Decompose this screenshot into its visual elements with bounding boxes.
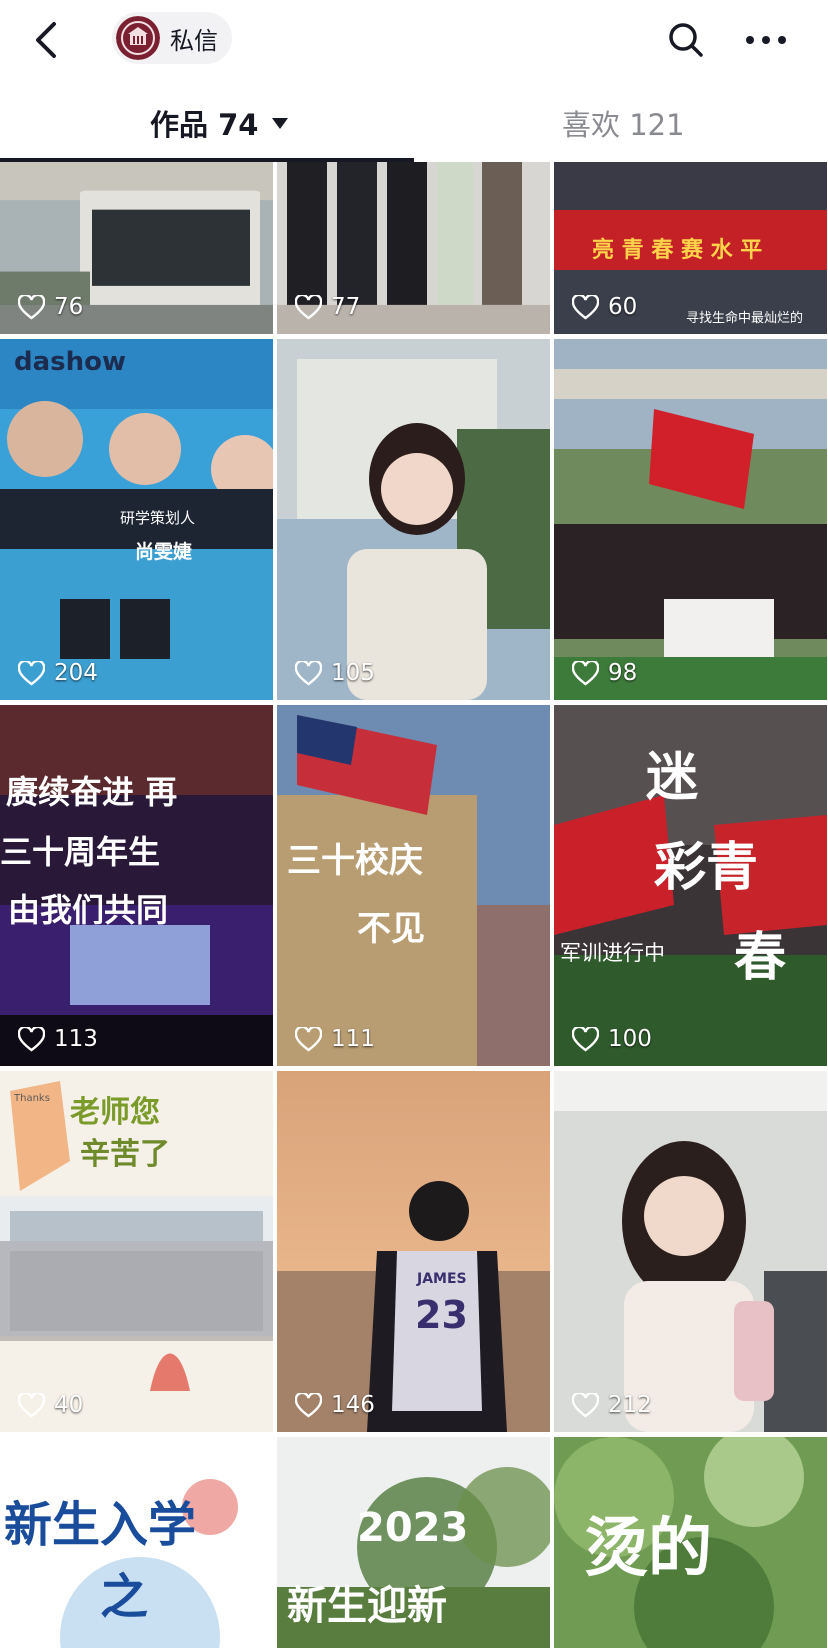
like-count: 204 bbox=[18, 660, 98, 686]
private-message-label: 私信 bbox=[170, 26, 218, 55]
like-count: 105 bbox=[295, 660, 375, 686]
like-count: 76 bbox=[18, 294, 83, 320]
more-dots-icon bbox=[746, 36, 786, 44]
post-overlay-text: 新生入学 bbox=[4, 1497, 197, 1553]
post-overlay-text: 2023 bbox=[357, 1505, 469, 1551]
like-count: 146 bbox=[295, 1392, 375, 1418]
post-caption: 23 bbox=[415, 1293, 468, 1337]
post-image bbox=[277, 339, 550, 700]
like-count: 111 bbox=[295, 1026, 375, 1052]
post-thumbnail[interactable]: 105 bbox=[277, 339, 550, 700]
tab-works[interactable]: 作品 74 bbox=[150, 88, 289, 158]
post-caption: 彩青 bbox=[654, 838, 759, 898]
post-overlay-text: 三十校庆 bbox=[287, 841, 423, 881]
post-thumbnail[interactable]: Thanks 老师您 辛苦了 40 bbox=[0, 1071, 273, 1432]
post-overlay-text: JAMES bbox=[417, 1271, 467, 1287]
post-thumbnail[interactable]: 77 bbox=[277, 162, 550, 334]
post-caption: 寻找生命中最灿烂的 bbox=[686, 311, 804, 326]
post-thumbnail[interactable]: 三十校庆 不见 111 bbox=[277, 705, 550, 1066]
heart-icon bbox=[295, 1026, 322, 1051]
heart-icon bbox=[572, 660, 599, 685]
like-count: 100 bbox=[572, 1026, 652, 1052]
heart-icon bbox=[572, 1392, 599, 1417]
post-overlay-text: 迷 bbox=[646, 748, 699, 808]
post-caption: 不见 bbox=[357, 909, 425, 949]
post-overlay-text: 老师您 bbox=[70, 1095, 160, 1130]
post-thumbnail[interactable]: 烫的 bbox=[554, 1437, 827, 1648]
heart-icon bbox=[572, 1026, 599, 1051]
chevron-left-icon bbox=[36, 22, 56, 58]
post-caption: 春 bbox=[734, 928, 787, 988]
heart-icon bbox=[295, 660, 322, 685]
heart-icon bbox=[18, 294, 45, 319]
post-thumbnail[interactable]: 迷 彩青 春 军训进行中 100 bbox=[554, 705, 827, 1066]
post-overlay-text: dashow bbox=[14, 347, 127, 377]
post-thumbnail[interactable]: 新生入学 之 bbox=[0, 1437, 273, 1648]
search-button[interactable] bbox=[664, 18, 708, 62]
post-image bbox=[554, 339, 827, 700]
heart-icon bbox=[18, 1392, 45, 1417]
post-caption: 由我们共同 bbox=[8, 891, 169, 929]
private-message-button[interactable]: 私信 bbox=[112, 12, 232, 64]
post-caption: 三十周年生 bbox=[0, 833, 161, 871]
like-count: 60 bbox=[572, 294, 637, 320]
school-logo-icon bbox=[116, 16, 160, 60]
post-image bbox=[277, 1071, 550, 1432]
back-button[interactable] bbox=[26, 16, 70, 64]
like-count: 212 bbox=[572, 1392, 652, 1418]
top-bar: 私信 bbox=[0, 0, 828, 80]
heart-icon bbox=[295, 1392, 322, 1417]
post-overlay-text: 赓续奋进 再 bbox=[6, 773, 178, 811]
post-caption: 之 bbox=[100, 1569, 149, 1625]
post-caption: 尚雯婕 bbox=[135, 541, 193, 563]
profile-tabs: 作品 74 喜欢 121 bbox=[0, 88, 828, 162]
post-thumbnail[interactable]: 赓续奋进 再 三十周年生 由我们共同 113 bbox=[0, 705, 273, 1066]
post-caption: 辛苦了 bbox=[80, 1137, 170, 1172]
post-thumbnail[interactable]: dashow 研学策划人 尚雯婕 204 bbox=[0, 339, 273, 700]
like-count: 77 bbox=[295, 294, 360, 320]
post-thumbnail[interactable]: 76 bbox=[0, 162, 273, 334]
post-thumbnail[interactable]: 212 bbox=[554, 1071, 827, 1432]
like-count: 40 bbox=[18, 1392, 83, 1418]
post-caption: 研学策划人 bbox=[120, 509, 196, 527]
post-overlay-text: 烫的 bbox=[584, 1512, 712, 1586]
caret-down-icon bbox=[272, 117, 289, 129]
post-thumbnail[interactable]: JAMES 23 146 bbox=[277, 1071, 550, 1432]
post-image bbox=[277, 705, 550, 1066]
post-caption: 军训进行中 bbox=[560, 941, 665, 965]
post-thumbnail[interactable]: 98 bbox=[554, 339, 827, 700]
post-caption: 新生迎新 bbox=[287, 1583, 447, 1629]
search-icon bbox=[669, 23, 703, 57]
heart-icon bbox=[18, 1026, 45, 1051]
like-count: 113 bbox=[18, 1026, 98, 1052]
tab-likes[interactable]: 喜欢 121 bbox=[562, 88, 685, 158]
tab-works-label: 作品 74 bbox=[150, 108, 259, 142]
post-image bbox=[554, 1071, 827, 1432]
post-thumbnail[interactable]: 亮 青 春 赛 水 平 寻找生命中最灿烂的 60 bbox=[554, 162, 827, 334]
post-grid: 76 77 亮 青 春 赛 水 平 寻找生命中最灿烂的 60 dashow 研学… bbox=[0, 162, 828, 1648]
heart-icon bbox=[295, 294, 322, 319]
post-overlay-text: 亮 青 春 赛 水 平 bbox=[592, 238, 763, 263]
like-count: 98 bbox=[572, 660, 637, 686]
post-thumbnail[interactable]: 2023 新生迎新 bbox=[277, 1437, 550, 1648]
heart-icon bbox=[572, 294, 599, 319]
post-caption: Thanks bbox=[14, 1093, 50, 1104]
tab-likes-label: 喜欢 121 bbox=[562, 108, 685, 142]
heart-icon bbox=[18, 660, 45, 685]
more-button[interactable] bbox=[744, 26, 788, 54]
